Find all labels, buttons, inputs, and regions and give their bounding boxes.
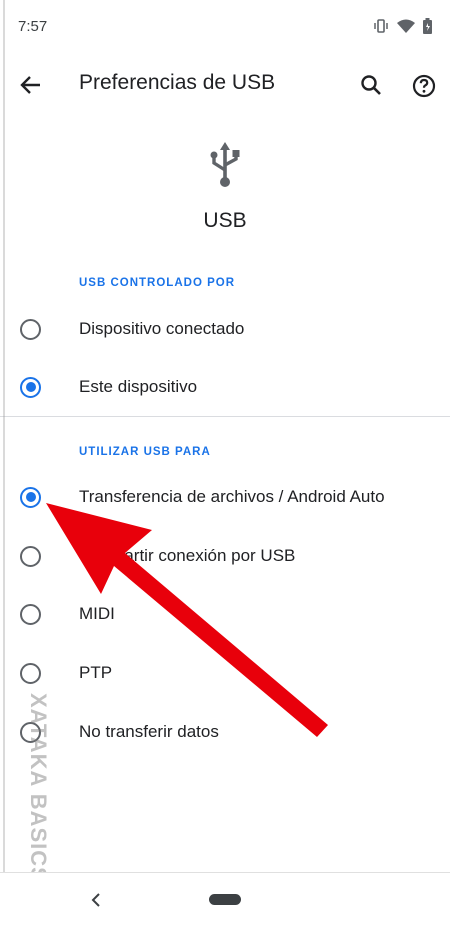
radio-label: No transferir datos [79, 722, 219, 741]
radio-label: Compartir conexión por USB [79, 546, 296, 565]
section-title-controlled-by: USB CONTROLADO POR [79, 277, 235, 289]
usb-header: USB [0, 140, 450, 233]
chevron-left-icon [91, 893, 100, 907]
section-title-use-usb-for: UTILIZAR USB PARA [79, 446, 211, 458]
radio-option-file-transfer[interactable]: Transferencia de archivos / Android Auto [0, 468, 450, 526]
nav-home-button[interactable] [209, 894, 241, 905]
radio-button[interactable] [20, 376, 41, 398]
radio-option-connected-device[interactable]: Dispositivo conectado [0, 300, 450, 358]
nav-back-button[interactable] [86, 889, 106, 911]
radio-option-usb-tethering[interactable]: Compartir conexión por USB [0, 527, 450, 585]
radio-option-ptp[interactable]: PTP [0, 644, 450, 702]
radio-label: Transferencia de archivos / Android Auto [79, 487, 385, 506]
vibrate-icon [373, 19, 389, 33]
usb-icon [208, 140, 242, 195]
radio-button[interactable] [20, 318, 41, 340]
radio-option-this-device[interactable]: Este dispositivo [0, 358, 450, 416]
navigation-bar [0, 872, 450, 925]
status-time: 7:57 [18, 17, 48, 35]
help-button[interactable] [406, 68, 442, 104]
battery-icon [423, 18, 432, 34]
radio-option-no-data-transfer[interactable]: No transferir datos [0, 703, 450, 761]
radio-label: MIDI [79, 604, 115, 623]
search-icon [361, 75, 381, 95]
search-button[interactable] [354, 68, 388, 102]
status-bar: 7:57 [0, 0, 450, 52]
page-title: Preferencias de USB [79, 71, 276, 94]
watermark-line [3, 0, 5, 905]
wifi-icon [397, 19, 415, 33]
status-icons [373, 18, 432, 34]
watermark: XATAKA BASICS [26, 693, 51, 883]
usb-label: USB [203, 209, 247, 232]
arrow-back-icon [20, 76, 40, 94]
radio-button[interactable] [20, 486, 41, 508]
radio-label: PTP [79, 663, 113, 682]
annotation-arrow [46, 503, 328, 737]
help-icon [412, 74, 436, 98]
radio-label: Este dispositivo [79, 377, 198, 396]
radio-label: Dispositivo conectado [79, 319, 245, 338]
back-button[interactable] [14, 68, 48, 102]
radio-button[interactable] [20, 545, 41, 567]
radio-option-midi[interactable]: MIDI [0, 585, 450, 643]
radio-button[interactable] [20, 662, 41, 684]
radio-button[interactable] [20, 603, 41, 625]
app-bar: Preferencias de USB [0, 56, 450, 112]
divider [0, 416, 450, 417]
